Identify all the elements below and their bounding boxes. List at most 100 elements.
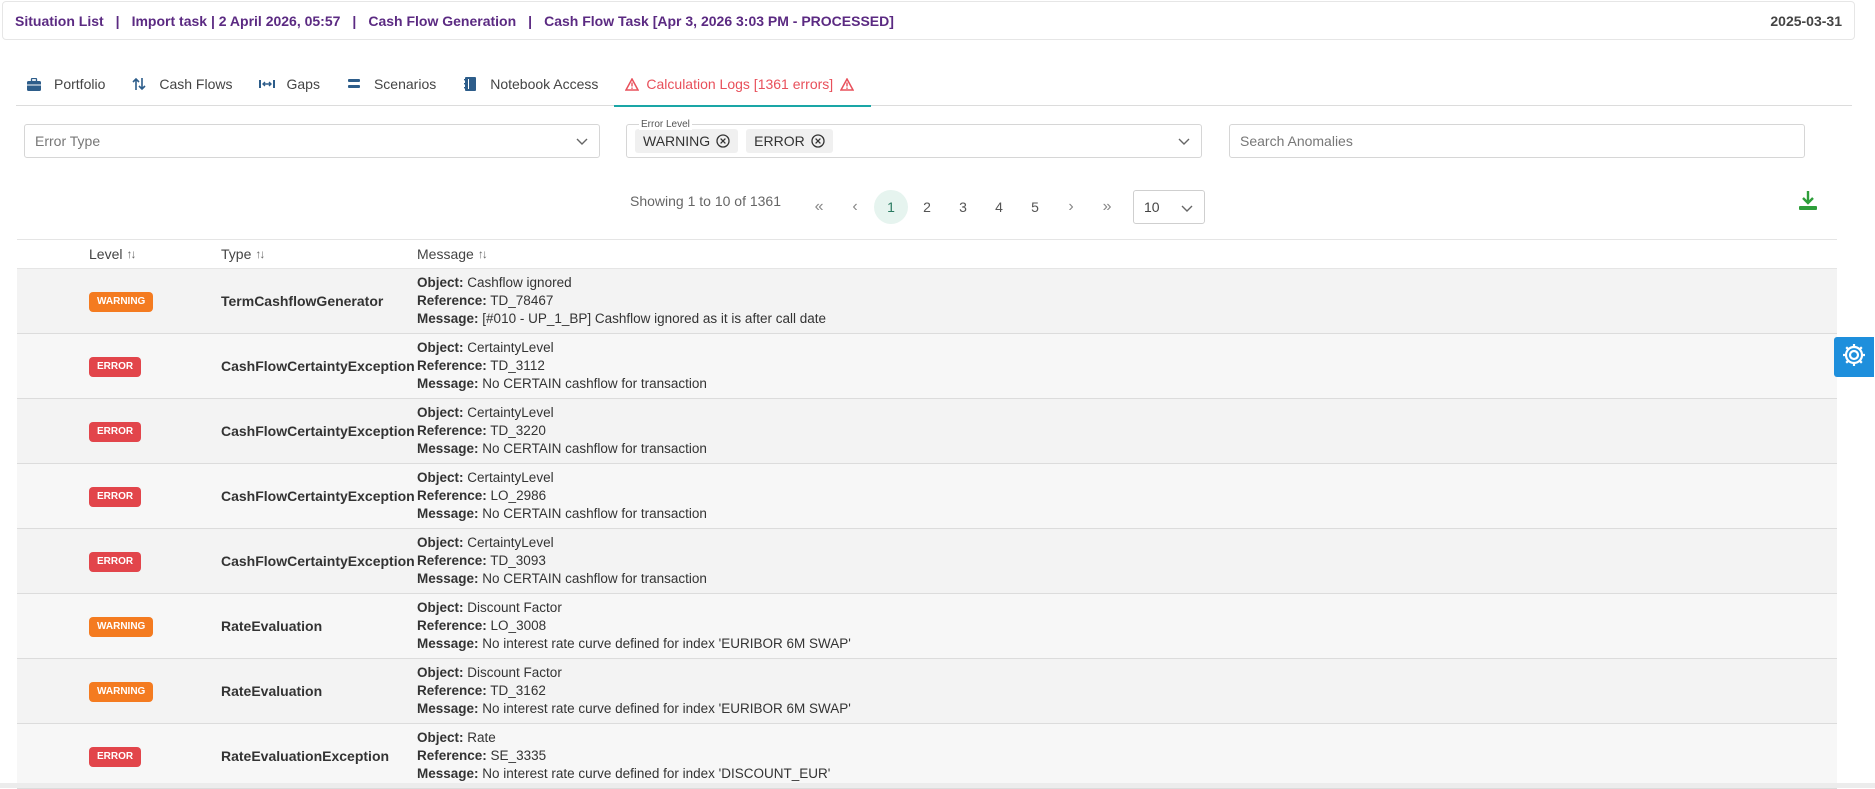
table-row[interactable]: WARNING RateEvaluation Object: Discount … bbox=[17, 594, 1837, 659]
reference-line: Reference: TD_78467 bbox=[417, 292, 1837, 310]
search-anomalies-input[interactable]: Search Anomalies bbox=[1229, 124, 1805, 158]
breadcrumb-separator: | bbox=[528, 12, 533, 29]
object-line: Object: Cashflow ignored bbox=[417, 274, 1837, 292]
logs-table: Level ↑↓ Type ↑↓ Message ↑↓ WARNING Term… bbox=[17, 239, 1837, 789]
table-row[interactable]: WARNING RateEvaluation Object: Discount … bbox=[17, 659, 1837, 724]
message-label: Message: bbox=[417, 376, 479, 391]
reference-label: Reference: bbox=[417, 618, 487, 633]
column-header-message[interactable]: Message ↑↓ bbox=[417, 246, 1837, 262]
tab-notebook-access[interactable]: Notebook Access bbox=[452, 62, 614, 106]
message-line: Message: No CERTAIN cashflow for transac… bbox=[417, 375, 1837, 393]
breadcrumb-item-import-task[interactable]: Import task | 2 April 2026, 05:57 bbox=[132, 13, 341, 29]
page-2-button[interactable]: 2 bbox=[910, 190, 944, 224]
type-cell: TermCashflowGenerator bbox=[221, 293, 384, 309]
type-cell: CashFlowCertaintyException bbox=[221, 488, 415, 504]
message-line: Message: No CERTAIN cashflow for transac… bbox=[417, 505, 1837, 523]
header-label: Level bbox=[89, 246, 123, 262]
level-badge: WARNING bbox=[89, 616, 154, 637]
next-page-button[interactable]: › bbox=[1054, 190, 1088, 224]
prev-page-button[interactable]: ‹ bbox=[838, 190, 872, 224]
level-badge: ERROR bbox=[89, 746, 142, 767]
breadcrumb-item-situation-list[interactable]: Situation List bbox=[15, 13, 104, 29]
message-cell: Object: CertaintyLevel Reference: LO_298… bbox=[417, 469, 1837, 523]
tab-calculation-logs[interactable]: Calculation Logs [1361 errors] bbox=[614, 62, 871, 107]
reference-line: Reference: TD_3220 bbox=[417, 422, 1837, 440]
level-cell: ERROR bbox=[17, 551, 221, 572]
level-badge: WARNING bbox=[89, 291, 154, 312]
table-row[interactable]: ERROR CashFlowCertaintyException Object:… bbox=[17, 529, 1837, 594]
object-label: Object: bbox=[417, 340, 464, 355]
download-icon[interactable] bbox=[1798, 190, 1818, 212]
type-cell: CashFlowCertaintyException bbox=[221, 358, 415, 374]
table-row[interactable]: ERROR CashFlowCertaintyException Object:… bbox=[17, 334, 1837, 399]
error-type-select[interactable]: Error Type bbox=[24, 124, 600, 158]
remove-chip-icon[interactable] bbox=[716, 134, 730, 148]
object-line: Object: Discount Factor bbox=[417, 599, 1837, 617]
type-cell: CashFlowCertaintyException bbox=[221, 553, 415, 569]
object-label: Object: bbox=[417, 730, 464, 745]
table-row[interactable]: WARNING TermCashflowGenerator Object: Ca… bbox=[17, 269, 1837, 334]
message-label: Message: bbox=[417, 636, 479, 651]
object-label: Object: bbox=[417, 665, 464, 680]
reference-value: SE_3335 bbox=[490, 748, 547, 763]
object-line: Object: CertaintyLevel bbox=[417, 404, 1837, 422]
chip-warning: WARNING bbox=[635, 129, 739, 153]
rows-per-page-select[interactable]: 10 bbox=[1133, 190, 1206, 224]
chip-error: ERROR bbox=[746, 129, 833, 153]
object-line: Object: CertaintyLevel bbox=[417, 469, 1837, 487]
first-page-button[interactable]: « bbox=[802, 190, 836, 224]
message-label: Message: bbox=[417, 766, 479, 781]
chip-label: WARNING bbox=[643, 133, 711, 149]
column-header-type[interactable]: Type ↑↓ bbox=[221, 246, 417, 262]
type-cell: RateEvaluation bbox=[221, 683, 323, 699]
object-value: Discount Factor bbox=[467, 600, 562, 615]
last-page-button[interactable]: » bbox=[1090, 190, 1124, 224]
tab-scenarios[interactable]: Scenarios bbox=[336, 62, 452, 106]
tab-gaps[interactable]: Gaps bbox=[249, 62, 336, 106]
message-value: No CERTAIN cashflow for transaction bbox=[482, 376, 707, 391]
column-header-level[interactable]: Level ↑↓ bbox=[17, 246, 221, 262]
message-line: Message: [#010 - UP_1_BP] Cashflow ignor… bbox=[417, 310, 1837, 328]
page-5-button[interactable]: 5 bbox=[1018, 190, 1052, 224]
message-value: No interest rate curve defined for index… bbox=[482, 766, 831, 781]
reference-line: Reference: TD_3162 bbox=[417, 682, 1837, 700]
tab-label: Scenarios bbox=[373, 76, 437, 92]
tab-label: Notebook Access bbox=[490, 76, 599, 92]
reference-value: TD_78467 bbox=[490, 293, 554, 308]
header-label: Type bbox=[221, 246, 252, 262]
message-cell: Object: CertaintyLevel Reference: TD_322… bbox=[417, 404, 1837, 458]
page-4-button[interactable]: 4 bbox=[982, 190, 1016, 224]
table-row[interactable]: ERROR CashFlowCertaintyException Object:… bbox=[17, 399, 1837, 464]
type-cell: CashFlowCertaintyException bbox=[221, 423, 415, 439]
settings-button[interactable] bbox=[1834, 337, 1874, 377]
breadcrumb-item-cash-flow-task[interactable]: Cash Flow Task [Apr 3, 2026 3:03 PM - PR… bbox=[544, 13, 894, 29]
page-1-button[interactable]: 1 bbox=[874, 190, 909, 224]
reference-value: TD_3112 bbox=[490, 358, 545, 373]
reference-line: Reference: SE_3335 bbox=[417, 747, 1837, 765]
table-row[interactable]: ERROR CashFlowCertaintyException Object:… bbox=[17, 464, 1837, 529]
object-value: Rate bbox=[467, 730, 496, 745]
reference-label: Reference: bbox=[417, 488, 487, 503]
header-label: Message bbox=[417, 246, 474, 262]
table-row[interactable]: ERROR RateEvaluationException Object: Ra… bbox=[17, 724, 1837, 789]
tab-portfolio[interactable]: Portfolio bbox=[16, 62, 121, 106]
level-cell: ERROR bbox=[17, 746, 221, 767]
message-cell: Object: Discount Factor Reference: TD_31… bbox=[417, 664, 1837, 718]
reference-value: TD_3220 bbox=[490, 423, 546, 438]
reference-value: LO_3008 bbox=[490, 618, 547, 633]
reference-value: TD_3162 bbox=[490, 683, 546, 698]
type-cell: RateEvaluation bbox=[221, 618, 323, 634]
breadcrumb-item-cash-flow-generation[interactable]: Cash Flow Generation bbox=[368, 13, 516, 29]
message-value: No CERTAIN cashflow for transaction bbox=[482, 571, 707, 586]
reference-line: Reference: TD_3112 bbox=[417, 357, 1837, 375]
message-line: Message: No CERTAIN cashflow for transac… bbox=[417, 570, 1837, 588]
error-type-placeholder: Error Type bbox=[35, 133, 101, 149]
remove-chip-icon[interactable] bbox=[811, 134, 825, 148]
object-label: Object: bbox=[417, 535, 464, 550]
object-line: Object: Rate bbox=[417, 729, 1837, 747]
tab-cash-flows[interactable]: Cash Flows bbox=[121, 62, 248, 106]
page-3-button[interactable]: 3 bbox=[946, 190, 980, 224]
reference-line: Reference: LO_3008 bbox=[417, 617, 1837, 635]
error-level-select[interactable]: Error Level WARNING ERROR bbox=[626, 119, 1202, 158]
sort-icon: ↑↓ bbox=[126, 247, 136, 261]
